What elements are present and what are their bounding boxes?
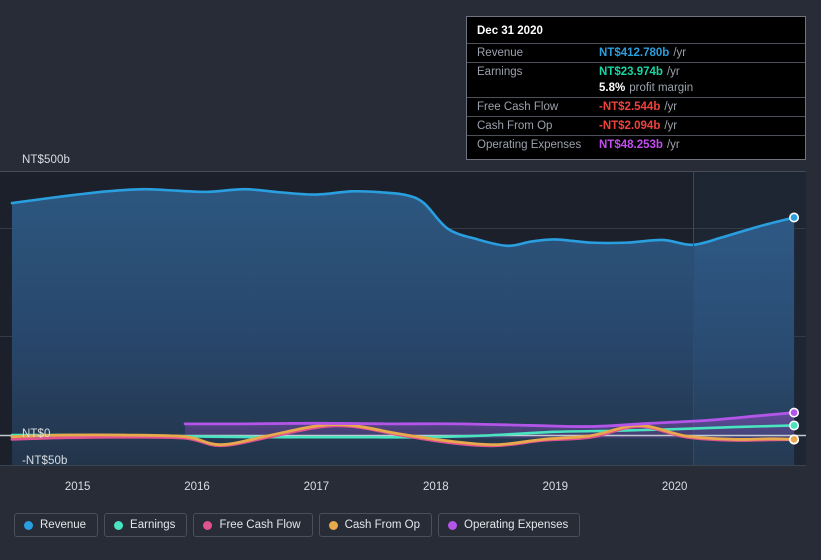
legend-color-dot-icon bbox=[448, 520, 458, 530]
legend-color-dot-icon bbox=[328, 520, 338, 530]
x-axis-tick-2018: 2018 bbox=[423, 481, 449, 493]
legend-item-earnings[interactable]: Earnings bbox=[104, 513, 188, 537]
legend-color-dot-icon bbox=[203, 520, 213, 530]
legend-item-label: Earnings bbox=[130, 519, 176, 531]
legend-item-operating-expenses[interactable]: Operating Expenses bbox=[438, 513, 581, 537]
chart-legend: Revenue Earnings Free Cash Flow Cash From O… bbox=[14, 513, 581, 537]
tooltip-row-label: Cash From Op bbox=[477, 120, 553, 132]
legend-item-cash-from-op[interactable]: Cash From Op bbox=[318, 513, 433, 537]
legend-item-free-cash-flow[interactable]: Free Cash Flow bbox=[193, 513, 313, 537]
tooltip-row-value: 5.8% bbox=[599, 82, 626, 94]
tooltip-row-unit: /yr bbox=[666, 139, 680, 151]
tooltip-row-unit: /yr bbox=[664, 101, 678, 113]
tooltip-row-unit: /yr bbox=[666, 66, 680, 78]
tooltip-row-value: -NT$2.544b bbox=[599, 101, 661, 113]
endpoint-dot bbox=[789, 407, 800, 418]
legend-item-revenue[interactable]: Revenue bbox=[14, 513, 99, 537]
legend-color-dot-icon bbox=[114, 520, 124, 530]
financial-chart-page: NT$500b NT$0 -NT$50b 2015 2016 2017 2018 201… bbox=[0, 0, 821, 560]
tooltip-row: 5.8% profit margin bbox=[467, 81, 805, 97]
x-axis-tick-2020: 2020 bbox=[661, 481, 688, 493]
endpoint-dot bbox=[789, 420, 800, 431]
legend-item-label: Free Cash Flow bbox=[219, 519, 301, 531]
tooltip-rows: Revenue NT$412.780b/yr Earnings NT$23.974b /… bbox=[467, 43, 805, 154]
tooltip-row-label: Earnings bbox=[477, 66, 523, 78]
tooltip-row: Free Cash Flow -NT$2.544b/yr bbox=[467, 97, 805, 116]
legend-item-label: Operating Expenses bbox=[464, 519, 569, 531]
x-axis-tick-2016: 2016 bbox=[184, 481, 210, 493]
y-axis-label-zero: NT$0 bbox=[22, 428, 51, 440]
tooltip-row-label: Free Cash Flow bbox=[477, 101, 559, 113]
x-axis-tick-2015: 2015 bbox=[64, 481, 91, 493]
y-axis-label-top: NT$500b bbox=[22, 154, 71, 166]
tooltip-row-value: NT$48.253b bbox=[599, 139, 663, 151]
tooltip-row-value: NT$412.780b bbox=[599, 47, 670, 59]
endpoint-dot bbox=[789, 434, 800, 445]
tooltip-row-unit: /yr bbox=[673, 47, 687, 59]
tooltip-date: Dec 31 2020 bbox=[477, 25, 543, 37]
tooltip-row-label: Revenue bbox=[477, 47, 524, 59]
tooltip-row-unit: profit margin bbox=[629, 82, 694, 94]
y-axis-label-bottom: -NT$50b bbox=[22, 455, 68, 467]
legend-item-label: Cash From Op bbox=[344, 519, 421, 531]
tooltip-row: Earnings NT$23.974b/yr bbox=[467, 62, 805, 81]
data-tooltip: Dec 31 2020 Revenue NT$412.780b/yr Earning… bbox=[466, 16, 806, 160]
x-axis-tick-2019: 2019 bbox=[542, 481, 569, 493]
tooltip-row: Revenue NT$412.780b/yr bbox=[467, 43, 805, 62]
tooltip-row: Cash From Op -NT$2.094b/yr bbox=[467, 116, 805, 135]
endpoint-dot bbox=[789, 212, 800, 223]
legend-color-dot-icon bbox=[24, 520, 33, 530]
tooltip-row-label: Operating Expenses bbox=[477, 139, 582, 151]
legend-item-label: Revenue bbox=[40, 519, 87, 531]
tooltip-row-unit: /yr bbox=[664, 120, 678, 132]
tooltip-row: Operating Expenses NT$48.253b/yr bbox=[467, 135, 805, 154]
tooltip-row-value: -NT$2.094b bbox=[599, 120, 661, 132]
tooltip-row-value: NT$23.974b bbox=[599, 66, 663, 78]
x-axis-tick-2017: 2017 bbox=[303, 481, 330, 493]
